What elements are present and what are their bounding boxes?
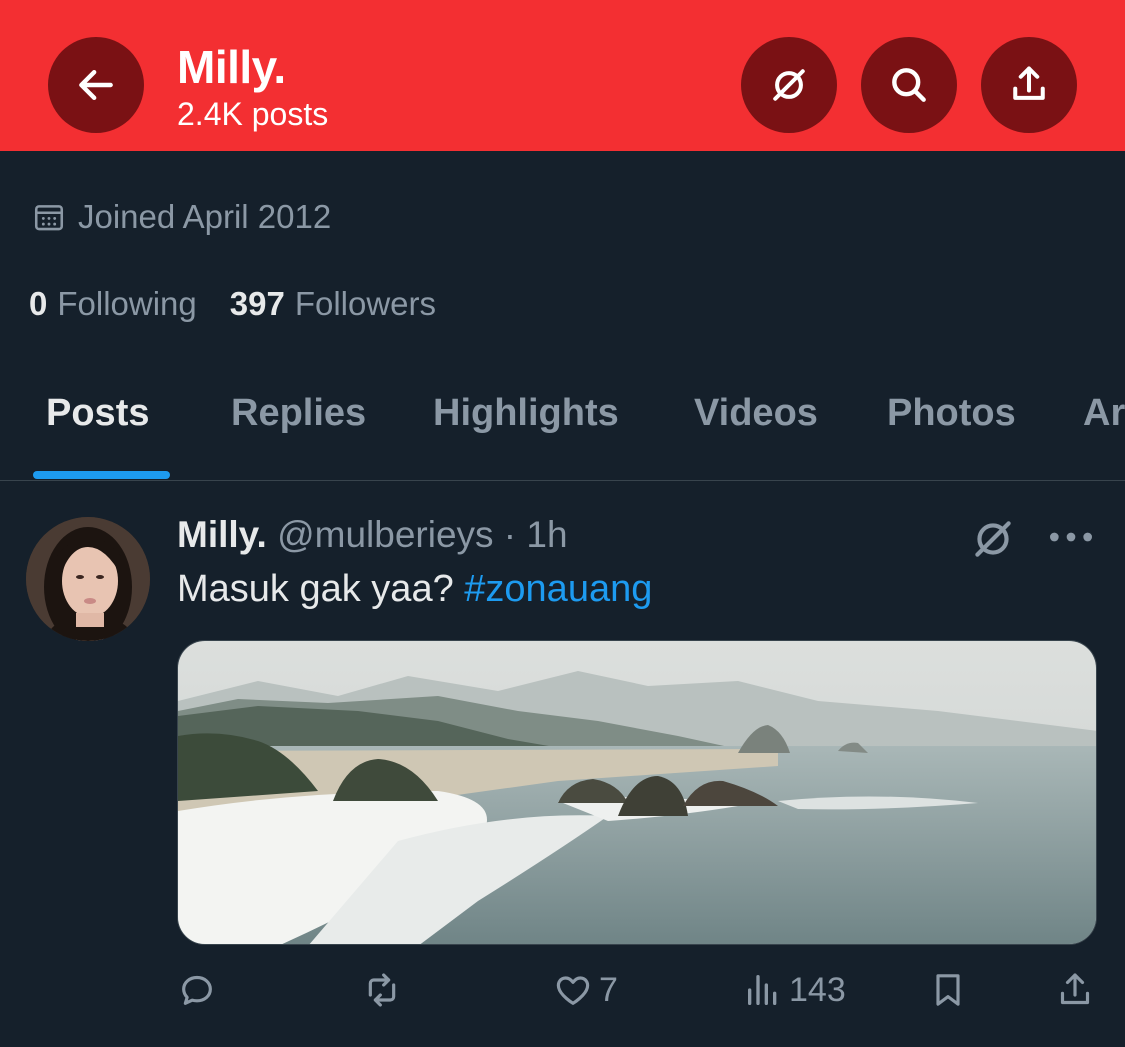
avatar[interactable] [26,517,150,641]
following-count: 0 [29,285,48,322]
arrow-left-icon [79,69,113,101]
followers-link[interactable]: 397 Followers [230,285,436,323]
repost-button[interactable] [362,970,408,1010]
tab-photos[interactable]: Photos [887,392,1016,435]
post-count: 2.4K posts [177,96,329,132]
share-icon [1060,973,1090,1005]
calendar-icon [34,205,64,231]
reply-icon [182,975,212,1005]
post-header: Milly. @mulberieys · 1h [177,514,568,556]
tab-replies[interactable]: Replies [231,392,366,435]
reply-button[interactable] [177,970,223,1010]
post-body: Masuk gak yaa? [177,568,454,610]
views-icon [748,975,777,1005]
follow-stats: 0 Following 397 Followers [29,285,436,323]
coastline-photo [178,641,1096,944]
grok-button[interactable] [741,37,837,133]
tab-highlights[interactable]: Highlights [433,392,619,435]
heart-icon [556,976,590,1005]
share-icon [1013,66,1045,100]
followers-count: 397 [229,285,285,322]
bookmark-icon [936,974,960,1006]
following-link[interactable]: 0 Following [29,285,197,323]
view-count: 143 [789,970,846,1009]
profile-tabs: Posts Replies Highlights Videos Photos A… [0,380,1125,481]
tab-articles[interactable]: Ar [1083,392,1125,435]
grok-icon[interactable] [968,514,1018,564]
views-button[interactable]: 143 [743,970,846,1010]
like-count: 7 [599,970,618,1009]
active-tab-indicator [33,471,170,479]
share-button[interactable] [981,37,1077,133]
joined-label: Joined April 2012 [78,198,332,235]
grok-icon [773,69,805,101]
post-author-name[interactable]: Milly. [177,514,267,555]
tab-videos[interactable]: Videos [694,392,818,435]
following-label: Following [57,285,197,322]
search-button[interactable] [861,37,957,133]
joined-date: Joined April 2012 [32,198,331,236]
repost-icon [368,973,396,1007]
hashtag-link[interactable]: #zonauang [464,568,652,610]
post-media-image[interactable] [177,640,1097,945]
profile-name: Milly. [177,41,286,93]
tab-posts[interactable]: Posts [46,392,149,435]
bookmark-button[interactable] [928,970,968,1010]
followers-label: Followers [294,285,437,322]
post-actions: 7 143 [0,970,1125,1030]
post-text: Masuk gak yaa? #zonauang [177,568,652,611]
profile-header: Milly. 2.4K posts [0,0,1125,151]
back-button[interactable] [48,37,144,133]
post-meta[interactable]: @mulberieys · 1h [277,514,568,555]
search-icon [892,68,926,102]
avatar-image [26,517,150,641]
like-button[interactable]: 7 [553,970,618,1010]
more-options-icon[interactable] [1046,520,1096,554]
post-share-button[interactable] [1055,970,1095,1010]
